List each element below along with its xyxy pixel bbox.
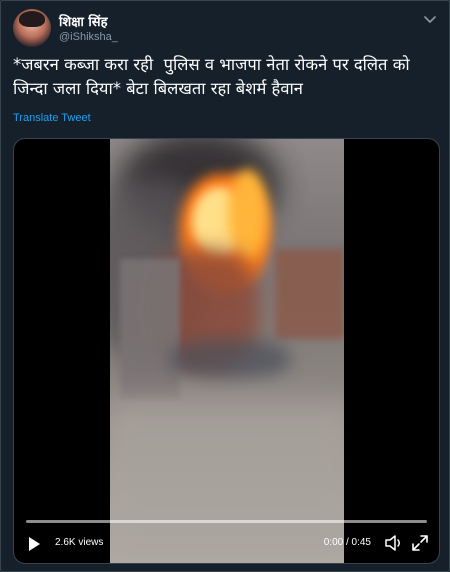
play-icon [29, 537, 40, 551]
video-frame[interactable] [110, 139, 344, 563]
time-display: 0:00 / 0:45 [323, 537, 371, 548]
volume-button[interactable] [383, 532, 405, 554]
translate-tweet-link[interactable]: Translate Tweet [13, 112, 91, 124]
tweet-header: शिक्षा सिंह @iShiksha_ [13, 9, 438, 49]
video-controls: 2.6K views 0:00 / 0:45 [14, 517, 439, 563]
play-button[interactable] [24, 534, 44, 554]
fullscreen-button[interactable] [409, 532, 431, 554]
author-name[interactable]: शिक्षा सिंह [59, 12, 107, 30]
tweet-text: *जबरन कब्जा करा रही पुलिस व भाजपा नेता र… [13, 55, 415, 98]
view-count: 2.6K views [55, 537, 104, 548]
tweet-card: शिक्षा सिंह @iShiksha_ *जबरन कब्जा करा र… [0, 0, 450, 572]
volume-icon [385, 535, 400, 551]
chevron-down-icon[interactable] [422, 11, 438, 27]
progress-bar[interactable] [26, 520, 427, 523]
video-player[interactable]: 2.6K views 0:00 / 0:45 [13, 138, 440, 564]
fullscreen-icon [412, 535, 428, 551]
avatar[interactable] [13, 9, 51, 47]
author-handle[interactable]: @iShiksha_ [59, 31, 118, 43]
